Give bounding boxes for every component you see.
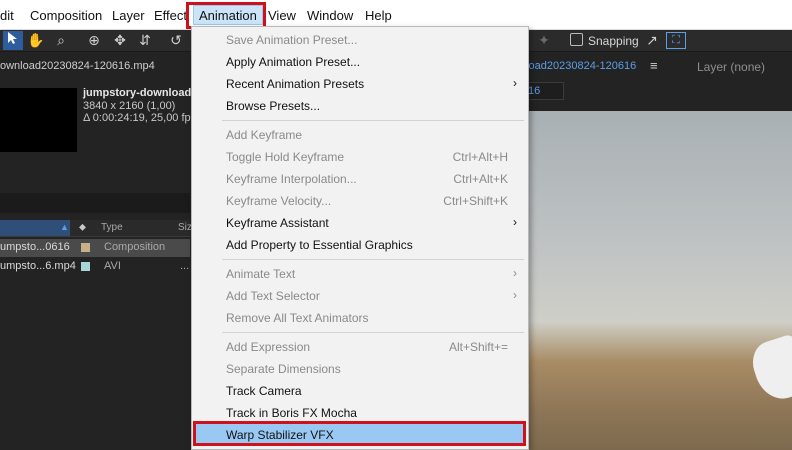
- menu-item-shortcut: Ctrl+Alt+H: [452, 150, 508, 164]
- project-panel-title: ownload20230824-120616.mp4: [0, 60, 155, 72]
- project-row-composition[interactable]: umpsto...0616 Composition: [0, 239, 190, 257]
- menu-item-add-text-selector[interactable]: Add Text Selector ›: [192, 285, 528, 307]
- submenu-arrow-icon: ›: [513, 76, 517, 90]
- snap-options-icon[interactable]: ↗: [642, 31, 662, 50]
- project-row-footage[interactable]: umpsto...6.mp4 AVI ...: [0, 258, 190, 276]
- menu-separator: [222, 332, 524, 333]
- snap-edges-icon[interactable]: ⛶: [666, 32, 686, 49]
- menu-item-track-camera[interactable]: Track Camera: [192, 380, 528, 402]
- menu-item-label: Remove All Text Animators: [226, 311, 369, 325]
- footage-resolution: 3840 x 2160 (1,00): [83, 100, 176, 112]
- hand-tool-icon[interactable]: ✋: [26, 31, 46, 50]
- project-item-name: umpsto...0616: [0, 241, 70, 253]
- menu-item-save-animation-preset[interactable]: Save Animation Preset...: [192, 29, 528, 51]
- dolly-tool-icon[interactable]: ⇵: [135, 31, 155, 50]
- project-item-type: AVI: [104, 260, 121, 272]
- menu-item-browse-presets[interactable]: Browse Presets...: [192, 95, 528, 117]
- menu-item-separate-dimensions[interactable]: Separate Dimensions: [192, 358, 528, 380]
- layer-panel-tab[interactable]: Layer (none): [697, 60, 765, 74]
- zoom-tool-icon[interactable]: ⌕: [51, 31, 71, 50]
- submenu-arrow-icon: ›: [513, 266, 517, 280]
- menu-item-remove-all-text-animators[interactable]: Remove All Text Animators: [192, 307, 528, 329]
- menu-item-add-keyframe[interactable]: Add Keyframe: [192, 124, 528, 146]
- animation-menu-dropdown: Save Animation Preset... Apply Animation…: [191, 26, 529, 450]
- footage-name: jumpstory-download: [83, 87, 192, 99]
- menu-item-label: Toggle Hold Keyframe: [226, 150, 345, 164]
- menu-item-label: Animate Text: [226, 267, 296, 281]
- menu-item-animate-text[interactable]: Animate Text ›: [192, 263, 528, 285]
- label-tag-icon[interactable]: ⬥: [79, 222, 86, 233]
- snapping-checkbox[interactable]: [570, 33, 583, 46]
- menu-edit[interactable]: dit: [0, 8, 14, 23]
- label-color-swatch: [81, 262, 90, 271]
- menu-item-label: Keyframe Assistant: [226, 216, 329, 230]
- menu-separator: [222, 259, 524, 260]
- submenu-arrow-icon: ›: [513, 288, 517, 302]
- project-item-type: Composition: [104, 241, 166, 253]
- composition-subtab-label: 16: [528, 85, 541, 97]
- menu-item-apply-animation-preset[interactable]: Apply Animation Preset...: [192, 51, 528, 73]
- menu-item-add-expression[interactable]: Add Expression Alt+Shift+=: [192, 336, 528, 358]
- label-color-swatch: [81, 243, 90, 252]
- menu-item-label: Recent Animation Presets: [226, 77, 365, 91]
- menu-effect[interactable]: Effect: [154, 8, 187, 23]
- project-item-size: ...: [180, 260, 190, 272]
- menu-item-add-property-essential-graphics[interactable]: Add Property to Essential Graphics: [192, 234, 528, 256]
- menu-window[interactable]: Window: [307, 8, 353, 23]
- menu-item-label: Separate Dimensions: [226, 362, 341, 376]
- menu-item-shortcut: Alt+Shift+=: [448, 340, 508, 354]
- composition-viewer[interactable]: [527, 111, 792, 450]
- menu-help[interactable]: Help: [365, 8, 392, 23]
- pan-tool-icon[interactable]: ✥: [110, 31, 130, 50]
- menu-item-keyframe-interpolation[interactable]: Keyframe Interpolation... Ctrl+Alt+K: [192, 168, 528, 190]
- menu-item-recent-animation-presets[interactable]: Recent Animation Presets ›: [192, 73, 528, 95]
- size-column-header[interactable]: Siz: [178, 222, 192, 233]
- menu-item-label: Add Keyframe: [226, 128, 303, 142]
- pin-tool-icon[interactable]: ✦: [534, 31, 554, 50]
- menu-item-label: Keyframe Interpolation...: [226, 172, 357, 186]
- menu-item-label: Apply Animation Preset...: [226, 55, 361, 69]
- submenu-arrow-icon: ›: [513, 215, 517, 229]
- composition-tab[interactable]: nload20230824-120616: [520, 60, 636, 72]
- menu-item-label: Browse Presets...: [226, 99, 321, 113]
- menu-separator: [222, 120, 524, 121]
- menu-item-label: Save Animation Preset...: [226, 33, 358, 47]
- menu-item-label: Track Camera: [226, 384, 302, 398]
- sort-ascending-icon: ▲: [60, 222, 69, 232]
- annotation-highlight-warp-stabilizer: [193, 421, 526, 446]
- menu-composition[interactable]: Composition: [30, 8, 102, 23]
- snapping-label: Snapping: [588, 34, 639, 48]
- menu-item-shortcut: Ctrl+Shift+K: [443, 194, 508, 208]
- menu-view[interactable]: View: [268, 8, 296, 23]
- footage-duration: Δ 0:00:24:19, 25,00 fps: [83, 112, 197, 124]
- footage-thumbnail: [0, 88, 77, 152]
- rotate-tool-icon[interactable]: ↺: [166, 31, 186, 50]
- menu-item-label: Add Expression: [226, 340, 311, 354]
- annotation-highlight-animation-menu: [186, 2, 266, 29]
- project-item-name: umpsto...6.mp4: [0, 260, 76, 272]
- menu-item-shortcut: Ctrl+Alt+K: [453, 172, 508, 186]
- menu-item-label: Keyframe Velocity...: [226, 194, 332, 208]
- menu-layer[interactable]: Layer: [112, 8, 145, 23]
- project-column-header: ▲ ⬥ Type Siz: [0, 220, 192, 237]
- menu-item-label: Track in Boris FX Mocha: [226, 406, 357, 420]
- type-column-header[interactable]: Type: [101, 222, 123, 233]
- viewer-subject-shape: [746, 332, 792, 406]
- menu-item-keyframe-assistant[interactable]: Keyframe Assistant ›: [192, 212, 528, 234]
- menu-item-label: Add Text Selector: [226, 289, 320, 303]
- project-search-field[interactable]: [0, 193, 190, 213]
- panel-menu-icon[interactable]: ≡: [650, 58, 658, 73]
- orbit-tool-icon[interactable]: ⊕: [84, 31, 104, 50]
- selection-tool-icon[interactable]: [3, 31, 23, 50]
- menu-item-toggle-hold-keyframe[interactable]: Toggle Hold Keyframe Ctrl+Alt+H: [192, 146, 528, 168]
- menu-item-keyframe-velocity[interactable]: Keyframe Velocity... Ctrl+Shift+K: [192, 190, 528, 212]
- menu-item-label: Add Property to Essential Graphics: [226, 238, 413, 252]
